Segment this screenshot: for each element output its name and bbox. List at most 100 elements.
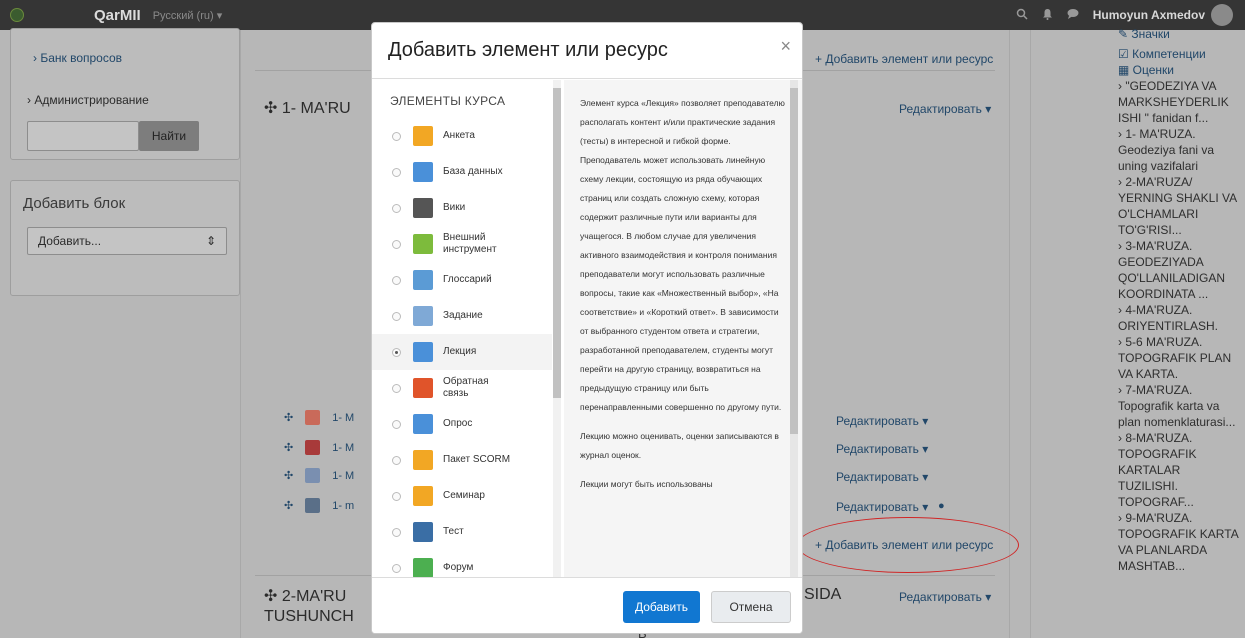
nav-section-link[interactable]: › 9-MA'RUZA. TOPOGRAFIK KARTA VA PLANLAR… bbox=[1118, 510, 1243, 574]
language-menu[interactable]: Русский (ru) ▾ bbox=[153, 9, 223, 22]
site-brand[interactable]: QarMII bbox=[94, 7, 141, 24]
move-handle-icon[interactable]: ✣ bbox=[284, 499, 293, 512]
chat-bubble-icon[interactable] bbox=[1067, 8, 1079, 22]
section-2-edit-menu[interactable]: Редактировать ▾ bbox=[899, 590, 991, 604]
activity-edit-menu[interactable]: Редактировать ▾ bbox=[836, 414, 928, 428]
activity-edit-menu[interactable]: Редактировать ▾ bbox=[836, 500, 928, 514]
description-scrollbar[interactable] bbox=[790, 80, 798, 577]
user-restriction-icon: ● bbox=[938, 500, 945, 512]
activity-link[interactable]: 1- M bbox=[332, 412, 354, 424]
move-handle-icon[interactable]: ✣ bbox=[284, 441, 293, 454]
module-option[interactable]: Анкета bbox=[372, 118, 552, 154]
highlight-annotation bbox=[797, 517, 1019, 573]
module-label: Вики bbox=[443, 202, 466, 213]
nav-competencies-link[interactable]: ☑ Компетенции bbox=[1118, 46, 1243, 62]
module-label: Обратная связь bbox=[443, 376, 489, 399]
nav-section-link[interactable]: › 5-6 MA'RUZA. TOPOGRAFIK PLAN VA KARTA. bbox=[1118, 334, 1243, 382]
activity-row[interactable]: ✣ 1- M bbox=[284, 468, 354, 483]
nav-section-link[interactable]: › 4-MA'RUZA. ORIYENTIRLASH. bbox=[1118, 302, 1243, 334]
activity-edit-menu[interactable]: Редактировать ▾ bbox=[836, 470, 928, 484]
add-block-select-value: Добавить... bbox=[38, 234, 102, 248]
move-handle-icon[interactable]: ✣ bbox=[284, 469, 293, 482]
module-option[interactable]: Задание bbox=[372, 298, 552, 334]
quiz-check-icon bbox=[413, 522, 433, 542]
dialog-title: Добавить элемент или ресурс bbox=[388, 39, 668, 61]
search-button[interactable]: Найти bbox=[139, 121, 199, 151]
nav-section-link[interactable]: › 3-MA'RUZA. GEODEZIYADA QO'LLANILADIGAN… bbox=[1118, 238, 1243, 302]
module-option[interactable]: База данных bbox=[372, 154, 552, 190]
module-radio[interactable] bbox=[392, 311, 401, 321]
activity-row[interactable]: ✣ 1- M bbox=[284, 410, 354, 425]
module-radio[interactable] bbox=[392, 167, 401, 177]
forum-icon bbox=[413, 558, 433, 577]
scrollbar-thumb[interactable] bbox=[790, 88, 798, 434]
module-option[interactable]: Обратная связь bbox=[372, 370, 552, 406]
site-logo[interactable] bbox=[10, 8, 24, 22]
module-radio[interactable] bbox=[392, 491, 401, 501]
activity-link[interactable]: 1- M bbox=[332, 442, 354, 454]
user-name[interactable]: Humoyun Axmedov bbox=[1093, 8, 1205, 22]
admin-search-input[interactable] bbox=[27, 121, 139, 151]
top-add-resource-link[interactable]: + Добавить элемент или ресурс bbox=[815, 52, 993, 66]
add-activity-dialog: Добавить элемент или ресурс × ЭЛЕМЕНТЫ К… bbox=[371, 22, 803, 634]
lesson-icon bbox=[413, 342, 433, 362]
module-option[interactable]: Глоссарий bbox=[372, 262, 552, 298]
module-list-scrollbar[interactable] bbox=[553, 80, 561, 577]
avatar[interactable] bbox=[1211, 4, 1233, 26]
section-2-title[interactable]: ✣ 2-MA'RU bbox=[264, 586, 346, 606]
move-handle-icon[interactable]: ✣ bbox=[284, 411, 293, 424]
module-radio[interactable] bbox=[392, 419, 401, 429]
right-column-border bbox=[1030, 30, 1031, 638]
add-block-select[interactable]: Добавить... ⇕ bbox=[27, 227, 227, 255]
scorm-package-icon bbox=[413, 450, 433, 470]
nav-section-link[interactable]: › 8-MA'RUZA. TOPOGRAFIK KARTALAR TUZILIS… bbox=[1118, 430, 1243, 510]
add-button[interactable]: Добавить bbox=[623, 591, 700, 623]
activity-row[interactable]: ✣ 1- M bbox=[284, 440, 354, 455]
activity-row[interactable]: ✣ 1- m bbox=[284, 498, 354, 513]
module-label: Внешний инструмент bbox=[443, 232, 497, 255]
activity-link[interactable]: 1- m bbox=[332, 500, 354, 512]
workshop-icon bbox=[413, 486, 433, 506]
nav-section-link[interactable]: › 2-MA'RUZA/ YERNING SHAKLI VA O'LCHAMLA… bbox=[1118, 174, 1243, 238]
module-label: Лекция bbox=[443, 346, 477, 357]
module-radio[interactable] bbox=[392, 527, 401, 537]
module-radio[interactable] bbox=[392, 347, 401, 357]
nav-badges-link[interactable]: ✎ Значки bbox=[1118, 26, 1243, 46]
nav-grades-link[interactable]: ▦ Оценки bbox=[1118, 62, 1243, 78]
module-radio[interactable] bbox=[392, 563, 401, 573]
module-radio[interactable] bbox=[392, 383, 401, 393]
nav-section-link[interactable]: › 7-MA'RUZA. Topografik karta va plan no… bbox=[1118, 382, 1243, 430]
module-option[interactable]: Пакет SCORM bbox=[372, 442, 552, 478]
section-1-title[interactable]: ✣ 1- MA'RU bbox=[264, 98, 351, 118]
module-option[interactable]: Лекция bbox=[372, 334, 552, 370]
cancel-button[interactable]: Отмена bbox=[711, 591, 791, 623]
module-option[interactable]: Опрос bbox=[372, 406, 552, 442]
module-radio[interactable] bbox=[392, 239, 401, 249]
module-radio[interactable] bbox=[392, 275, 401, 285]
search-icon[interactable] bbox=[1016, 8, 1028, 23]
activity-edit-menu[interactable]: Редактировать ▾ bbox=[836, 442, 928, 456]
question-bank-link[interactable]: › Банк вопросов bbox=[33, 51, 122, 65]
module-option[interactable]: Тест bbox=[372, 514, 552, 550]
survey-chart-icon bbox=[413, 126, 433, 146]
puzzle-icon bbox=[413, 234, 433, 254]
administration-link[interactable]: › Администрирование bbox=[27, 93, 149, 107]
scrollbar-thumb[interactable] bbox=[553, 88, 561, 398]
description-paragraph: Лекции могут быть использованы bbox=[580, 479, 713, 489]
close-icon[interactable]: × bbox=[780, 36, 791, 57]
activity-link[interactable]: 1- M bbox=[332, 470, 354, 482]
module-description: Элемент курса «Лекция» позволяет препода… bbox=[564, 80, 802, 577]
module-radio[interactable] bbox=[392, 131, 401, 141]
pdf-icon bbox=[305, 440, 321, 455]
module-option[interactable]: Вики bbox=[372, 190, 552, 226]
module-radio[interactable] bbox=[392, 455, 401, 465]
bell-icon[interactable] bbox=[1042, 8, 1053, 23]
module-option[interactable]: Внешний инструмент bbox=[372, 226, 552, 262]
nav-section-link[interactable]: › "GEODEZIYA VA MARKSHEYDERLIK ISHI " fa… bbox=[1118, 78, 1243, 126]
module-option[interactable]: Форум bbox=[372, 550, 552, 577]
nav-section-link[interactable]: › 1- MA'RUZA. Geodeziya fani va uning va… bbox=[1118, 126, 1243, 174]
section-1-edit-menu[interactable]: Редактировать ▾ bbox=[899, 102, 991, 116]
select-arrows-icon: ⇕ bbox=[205, 234, 216, 248]
module-radio[interactable] bbox=[392, 203, 401, 213]
module-option[interactable]: Семинар bbox=[372, 478, 552, 514]
